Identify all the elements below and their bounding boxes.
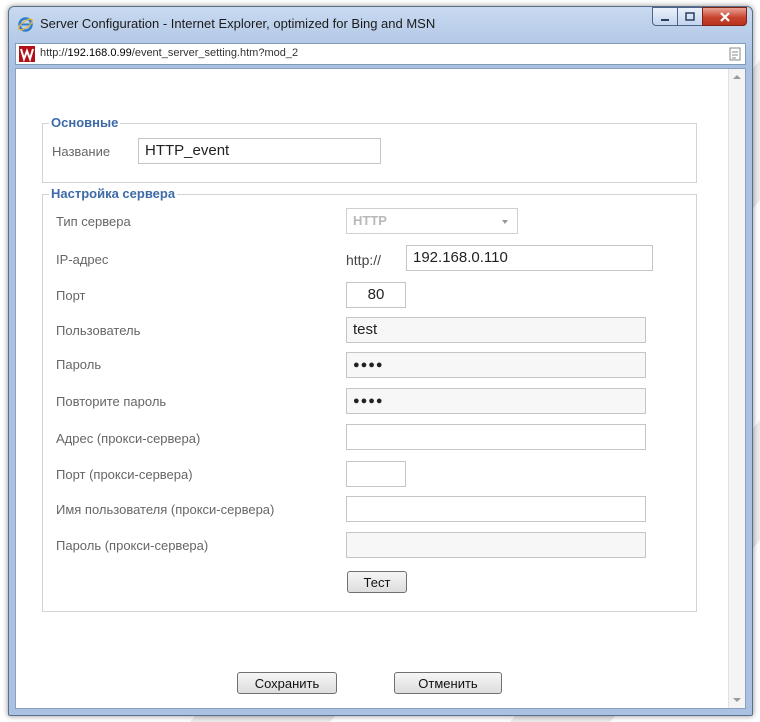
- title-bar[interactable]: Server Configuration - Internet Explorer…: [9, 7, 752, 41]
- proxy-password-label: Пароль (прокси-сервера): [56, 538, 209, 553]
- internet-explorer-icon: [18, 17, 33, 32]
- proxy-address-input[interactable]: [346, 424, 646, 450]
- chevron-down-icon: [502, 220, 508, 224]
- window-controls: [652, 7, 747, 28]
- close-icon: [719, 11, 730, 22]
- proxy-port-input[interactable]: [346, 461, 406, 487]
- test-button[interactable]: Тест: [347, 571, 407, 593]
- proxy-user-label: Имя пользователя (прокси-сервера): [56, 502, 275, 517]
- scroll-down-icon[interactable]: [733, 698, 741, 702]
- name-input[interactable]: HTTP_event: [138, 138, 381, 164]
- maximize-button[interactable]: [677, 7, 703, 26]
- proxy-user-input[interactable]: [346, 496, 646, 522]
- port-input[interactable]: 80: [346, 282, 406, 308]
- site-favicon-icon: [19, 46, 35, 62]
- repeat-password-input[interactable]: ●●●●: [346, 388, 646, 414]
- password-label: Пароль: [56, 357, 102, 372]
- proxy-port-label: Порт (прокси-сервера): [56, 467, 193, 482]
- user-label: Пользователь: [56, 323, 141, 338]
- vertical-scrollbar[interactable]: [728, 69, 745, 708]
- ip-prefix: http://: [346, 252, 382, 268]
- name-label: Название: [52, 144, 111, 159]
- server-settings-legend: Настройка сервера: [49, 186, 178, 201]
- browser-window: Server Configuration - Internet Explorer…: [8, 6, 753, 716]
- port-label: Порт: [56, 288, 86, 303]
- server-type-label: Тип сервера: [56, 214, 131, 229]
- server-type-value: HTTP: [353, 213, 387, 228]
- address-bar[interactable]: http://192.168.0.99/event_server_setting…: [15, 43, 746, 65]
- password-input[interactable]: ●●●●: [346, 352, 646, 378]
- repeat-password-label: Повторите пароль: [56, 394, 167, 409]
- minimize-icon: [661, 18, 669, 21]
- cancel-button[interactable]: Отменить: [394, 672, 502, 694]
- url-prefix: http://: [40, 47, 68, 59]
- save-button[interactable]: Сохранить: [237, 672, 337, 694]
- server-type-select[interactable]: HTTP: [346, 208, 518, 234]
- window-title: Server Configuration - Internet Explorer…: [40, 16, 436, 31]
- ip-label: IP-адрес: [56, 252, 109, 267]
- user-input[interactable]: test: [346, 317, 646, 343]
- close-button[interactable]: [702, 7, 747, 26]
- page-content: Основные Название HTTP_event Настройка с…: [15, 68, 746, 709]
- page-icon: [729, 47, 741, 61]
- url-path: /event_server_setting.htm?mod_2: [131, 47, 299, 59]
- basic-legend: Основные: [49, 115, 121, 130]
- ip-input[interactable]: 192.168.0.110: [406, 245, 653, 271]
- maximize-icon: [685, 11, 695, 21]
- address-url: http://192.168.0.99/event_server_setting…: [40, 47, 298, 59]
- url-host: 192.168.0.99: [67, 47, 132, 59]
- proxy-address-label: Адрес (прокси-сервера): [56, 431, 201, 446]
- scroll-up-icon[interactable]: [733, 75, 741, 79]
- minimize-button[interactable]: [652, 7, 678, 26]
- proxy-password-input[interactable]: [346, 532, 646, 558]
